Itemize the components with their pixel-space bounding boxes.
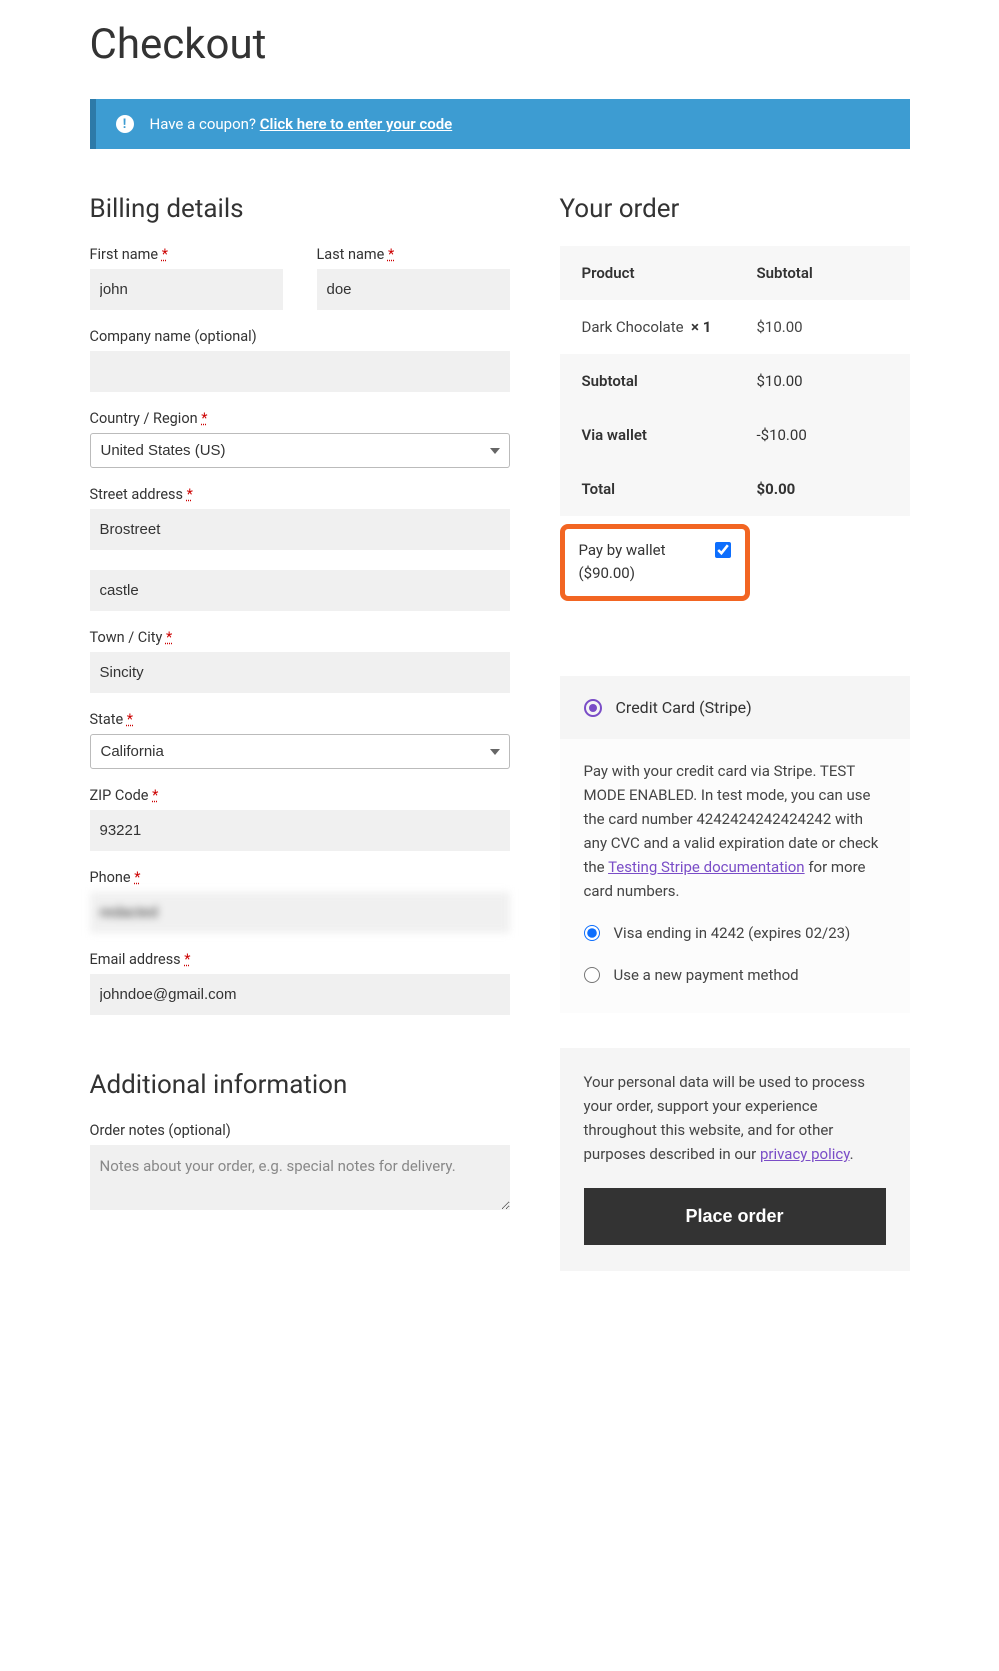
state-label: State * — [90, 711, 510, 728]
stripe-docs-link[interactable]: Testing Stripe documentation — [608, 858, 805, 876]
order-item-price: $10.00 — [735, 300, 910, 354]
coupon-notice: ! Have a coupon? Click here to enter you… — [90, 99, 910, 149]
place-order-button[interactable]: Place order — [584, 1188, 886, 1245]
zip-input[interactable] — [90, 810, 510, 851]
city-label: Town / City * — [90, 629, 510, 646]
email-label: Email address * — [90, 951, 510, 968]
saved-card-label: Visa ending in 4242 (expires 02/23) — [614, 921, 851, 945]
new-method-radio[interactable] — [584, 967, 600, 983]
last-name-label: Last name * — [317, 246, 510, 263]
pay-by-wallet-checkbox[interactable] — [715, 542, 731, 558]
subtotal-value: $10.00 — [735, 354, 910, 408]
state-select[interactable]: California — [90, 734, 510, 769]
zip-label: ZIP Code * — [90, 787, 510, 804]
country-select[interactable]: United States (US) — [90, 433, 510, 468]
total-value: $0.00 — [735, 462, 910, 516]
privacy-text-suffix: . — [850, 1145, 854, 1163]
additional-heading: Additional information — [90, 1070, 510, 1100]
privacy-footer: Your personal data will be used to proce… — [560, 1048, 910, 1271]
first-name-label: First name * — [90, 246, 283, 263]
order-table: Product Subtotal Dark Chocolate × 1 $10.… — [560, 246, 910, 516]
billing-heading: Billing details — [90, 194, 510, 224]
order-item-name-cell: Dark Chocolate × 1 — [560, 300, 735, 354]
via-wallet-label: Via wallet — [560, 408, 735, 462]
page-title: Checkout — [90, 20, 910, 69]
total-label: Total — [560, 462, 735, 516]
first-name-input[interactable] — [90, 269, 283, 310]
last-name-input[interactable] — [317, 269, 510, 310]
col-subtotal: Subtotal — [735, 246, 910, 300]
col-product: Product — [560, 246, 735, 300]
pay-by-wallet-box: Pay by wallet ($90.00) — [560, 524, 750, 601]
payment-method-radio[interactable] — [584, 699, 602, 717]
subtotal-label: Subtotal — [560, 354, 735, 408]
info-icon: ! — [116, 115, 134, 133]
saved-card-radio[interactable] — [584, 925, 600, 941]
country-label: Country / Region * — [90, 410, 510, 427]
email-input[interactable] — [90, 974, 510, 1015]
coupon-link[interactable]: Click here to enter your code — [260, 115, 452, 133]
street-input-2[interactable] — [90, 570, 510, 611]
new-method-label: Use a new payment method — [614, 963, 799, 987]
order-heading: Your order — [560, 194, 910, 224]
street-input-1[interactable] — [90, 509, 510, 550]
company-input[interactable] — [90, 351, 510, 392]
wallet-label: Pay by wallet — [579, 539, 666, 562]
phone-input[interactable] — [90, 892, 510, 933]
payment-method-box: Credit Card (Stripe) Pay with your credi… — [560, 676, 910, 1013]
coupon-question: Have a coupon? — [150, 115, 260, 133]
order-notes-textarea[interactable] — [90, 1145, 510, 1210]
order-notes-label: Order notes (optional) — [90, 1122, 510, 1139]
street-label: Street address * — [90, 486, 510, 503]
payment-method-label: Credit Card (Stripe) — [616, 698, 752, 717]
privacy-policy-link[interactable]: privacy policy — [760, 1145, 850, 1163]
wallet-balance: ($90.00) — [579, 562, 666, 585]
city-input[interactable] — [90, 652, 510, 693]
via-wallet-value: -$10.00 — [735, 408, 910, 462]
company-label: Company name (optional) — [90, 328, 510, 345]
phone-label: Phone * — [90, 869, 510, 886]
coupon-text: Have a coupon? Click here to enter your … — [150, 115, 453, 133]
